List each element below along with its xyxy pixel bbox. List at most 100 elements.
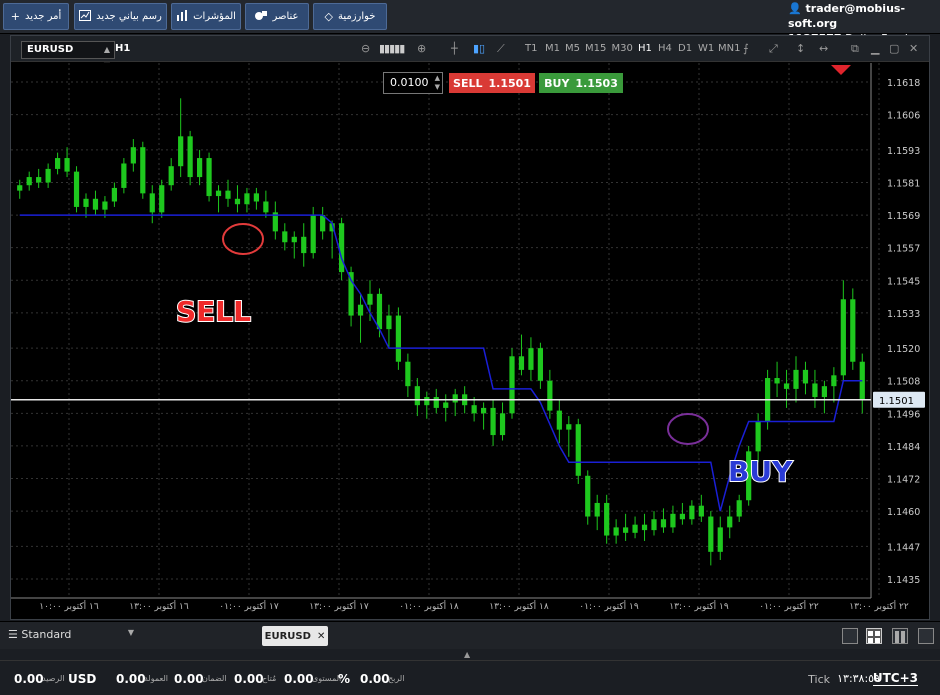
x-tick-label: ١٨ أكتوبر ٠١:٠٠ — [399, 600, 459, 612]
x-tick-label: ١٧ أكتوبر ٠١:٠٠ — [219, 600, 279, 612]
chart-header: EURUSD ▲▼ H1 ⊖ ▮▮▮▮▮ ⊕ ┼ ▮▯ ⟋ ⨍ ⤢ ↕ ↔ ⧉ … — [11, 36, 929, 70]
timeframe-m30[interactable]: M30 — [612, 43, 633, 54]
indicators-button[interactable]: المؤشرات — [171, 3, 241, 30]
new-chart-button[interactable]: رسم بياني جديد — [74, 3, 167, 30]
horizontal-line-icon[interactable]: ↔ — [819, 42, 828, 55]
candle-body — [405, 361, 411, 387]
candle-body — [613, 527, 619, 536]
shapes-icon — [255, 10, 268, 24]
currency: USD — [68, 672, 97, 686]
candle-body — [585, 475, 591, 517]
indicators-label: المؤشرات — [193, 11, 236, 22]
timeframe-d1[interactable]: D1 — [678, 43, 692, 54]
chart-plot[interactable]: 1.1618 1.1606 1.1593 1.1581 1.1569 1.1557 1.15… — [11, 63, 929, 619]
y-tick-label: 1.1545 — [887, 276, 920, 287]
chart-window: EURUSD ▲▼ H1 ⊖ ▮▮▮▮▮ ⊕ ┼ ▮▯ ⟋ ⨍ ⤢ ↕ ↔ ⧉ … — [10, 35, 930, 620]
candle-body — [831, 375, 837, 387]
buy-button[interactable]: BUY 1.1503 — [539, 73, 623, 93]
candle-body — [604, 502, 610, 536]
layout-single-button[interactable] — [842, 628, 858, 644]
x-tick-label: ٢٢ أكتوبر ٠١:٠٠ — [759, 600, 819, 612]
sell-label: SELL — [453, 76, 483, 90]
candle-chart-icon[interactable]: ▮▯ — [473, 42, 485, 55]
timeframe-t1[interactable]: T1 — [525, 43, 537, 54]
candle-body — [727, 516, 733, 528]
zoom-slider[interactable]: ▮▮▮▮▮ — [379, 42, 405, 55]
timeframe-m1[interactable]: M1 — [545, 43, 560, 54]
candle-body — [83, 198, 89, 207]
timeframe-h4[interactable]: H4 — [658, 43, 672, 54]
buy-price: 1.1503 — [575, 76, 618, 90]
candle-body — [793, 369, 799, 389]
candle-body — [424, 397, 430, 406]
candle-body — [670, 513, 676, 528]
candle-body — [850, 299, 856, 362]
timezone-select[interactable]: UTC+3 — [872, 671, 918, 686]
sell-button[interactable]: SELL 1.1501 — [449, 73, 535, 93]
candle-body — [206, 158, 212, 197]
collapse-panel-icon[interactable]: ▲ — [464, 650, 470, 659]
zoom-in-icon[interactable]: ⊕ — [417, 42, 426, 55]
top-toolbar: + أمر جديد رسم بياني جديد المؤشرات عناصر… — [0, 0, 940, 45]
maximize-icon[interactable]: ▢ — [889, 42, 899, 55]
margin-value: 0.00 — [174, 672, 204, 686]
bar-chart-icon[interactable]: ┼ — [451, 42, 458, 55]
elements-button[interactable]: عناصر — [245, 3, 309, 30]
tab-label: EURUSD — [264, 630, 311, 642]
elements-label: عناصر — [272, 11, 299, 22]
timeframe-h1[interactable]: H1 — [638, 43, 652, 54]
vertical-line-icon[interactable]: ↕ — [796, 42, 805, 55]
timeframe-w1[interactable]: W1 — [698, 43, 714, 54]
candle-body — [225, 190, 231, 199]
candle-body — [755, 421, 761, 452]
current-price-label: 1.1501 — [879, 396, 914, 407]
account-email: trader@mobius-soft.org — [788, 2, 906, 30]
candle-body — [575, 424, 581, 476]
candle-body — [443, 402, 449, 408]
indicator-f-icon[interactable]: ⨍ — [743, 42, 749, 55]
tab-eurusd[interactable]: EURUSD ✕ — [262, 626, 328, 646]
candle-body — [338, 223, 345, 273]
chart-background — [11, 63, 929, 619]
candle-body — [73, 171, 80, 207]
zoom-out-icon[interactable]: ⊖ — [361, 42, 370, 55]
algorithmic-button[interactable]: ◇ خوارزمية — [313, 3, 387, 30]
new-order-label: أمر جديد — [24, 11, 62, 22]
new-chart-label: رسم بياني جديد — [96, 11, 162, 22]
timeframe-m5[interactable]: M5 — [565, 43, 580, 54]
candle-body — [357, 304, 364, 316]
symbol-value: EURUSD — [27, 44, 74, 55]
candle-body — [414, 386, 420, 406]
minimize-icon[interactable]: ▁ — [871, 42, 879, 55]
popout-icon[interactable]: ⧉ — [851, 42, 859, 56]
candle-body — [45, 168, 51, 183]
candle-body — [130, 147, 136, 164]
candlestick-chart[interactable]: 1.1618 1.1606 1.1593 1.1581 1.1569 1.1557 1.15… — [11, 63, 929, 619]
close-tab-icon[interactable]: ✕ — [317, 631, 325, 642]
chart-icon — [79, 9, 92, 24]
user-icon: 👤 — [788, 2, 802, 15]
new-order-button[interactable]: + أمر جديد — [3, 3, 69, 30]
line-chart-icon[interactable]: ⟋ — [497, 42, 505, 56]
candle-body — [92, 198, 99, 210]
candle-body — [54, 158, 61, 169]
timeframe-mn1[interactable]: MN1 — [718, 43, 740, 54]
profit-label: الربح — [388, 674, 405, 683]
candle-body — [386, 315, 392, 330]
y-tick-label: 1.1569 — [887, 211, 920, 222]
close-icon[interactable]: ✕ — [909, 42, 918, 55]
candle-body — [622, 527, 629, 533]
timeframe-m15[interactable]: M15 — [585, 43, 606, 54]
layout-columns-button[interactable] — [892, 628, 908, 644]
template-select[interactable]: ☰ Standard ▼ — [8, 628, 134, 641]
draw-line-icon[interactable]: ⤢ — [769, 42, 778, 56]
commission-label: العمولة — [144, 674, 169, 683]
lot-size-input[interactable]: 0.0100 ▲ ▼ — [383, 72, 443, 94]
layout-grid-button[interactable] — [866, 628, 882, 644]
layout-rows-button[interactable] — [918, 628, 934, 644]
symbol-select[interactable]: EURUSD ▲▼ — [21, 41, 115, 70]
candle-body — [234, 198, 241, 205]
menu-icon: ☰ — [8, 628, 18, 641]
candle-body — [395, 315, 402, 362]
candle-body — [452, 394, 458, 403]
